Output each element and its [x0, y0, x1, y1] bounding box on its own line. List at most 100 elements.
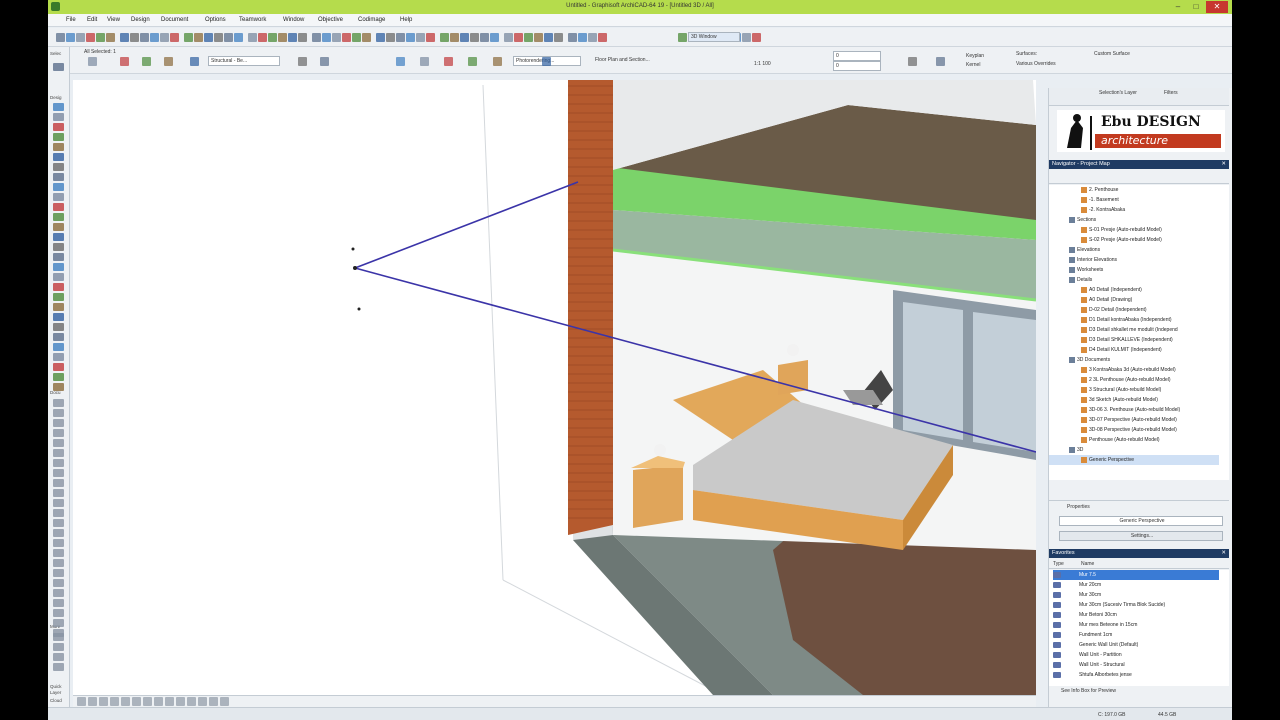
menu-edit[interactable]: Edit — [87, 17, 97, 23]
favorite-item[interactable]: Mur Betoni 30cm — [1053, 610, 1219, 620]
morph-icon[interactable] — [53, 253, 64, 261]
morph-icon[interactable] — [53, 653, 64, 661]
arrow-icon[interactable] — [53, 63, 64, 71]
beam-icon[interactable] — [53, 333, 64, 341]
infobox-option-icon[interactable] — [142, 57, 151, 66]
undo-icon[interactable] — [130, 33, 139, 42]
shell-icon[interactable] — [53, 409, 64, 417]
project-map-item[interactable]: A0 Detail (Drawing) — [1049, 295, 1219, 305]
slab-icon[interactable] — [53, 633, 64, 641]
cut-icon[interactable] — [504, 33, 513, 42]
pointer-icon[interactable] — [352, 33, 361, 42]
camera-icon[interactable] — [53, 283, 64, 291]
menu-document[interactable]: Document — [161, 17, 188, 23]
shell-icon[interactable] — [53, 203, 64, 211]
undo-icon[interactable] — [332, 33, 341, 42]
view-settings-select[interactable]: Floor Plan and Section... — [593, 56, 681, 66]
value-field-2[interactable]: 0 — [833, 61, 881, 71]
project-map-item[interactable]: Elevations — [1049, 245, 1219, 255]
wall-icon[interactable] — [53, 519, 64, 527]
stair-icon[interactable] — [53, 373, 64, 381]
value-field-1[interactable]: 0 — [833, 51, 881, 61]
favorite-item[interactable]: Shtufa Alborbetes jense — [1053, 670, 1219, 680]
column-icon[interactable] — [53, 529, 64, 537]
infobox-option-icon[interactable] — [190, 57, 199, 66]
zoom-icon[interactable] — [426, 33, 435, 42]
pencil-icon[interactable] — [170, 33, 179, 42]
close-button[interactable]: ✕ — [1206, 1, 1228, 13]
curtain-wall-icon[interactable] — [53, 223, 64, 231]
project-map-item[interactable]: D3 Detail SHKALLEVE (Independent) — [1049, 335, 1219, 345]
zone-icon[interactable] — [53, 263, 64, 271]
copy-icon[interactable] — [106, 33, 115, 42]
redo-icon[interactable] — [342, 33, 351, 42]
project-map-item[interactable]: 3D — [1049, 445, 1219, 455]
new-icon[interactable] — [258, 33, 267, 42]
marquee-icon[interactable] — [53, 303, 64, 311]
navigation-icon[interactable] — [99, 697, 108, 706]
infobox-option-icon[interactable] — [468, 57, 477, 66]
navigation-icon[interactable] — [176, 697, 185, 706]
object-icon[interactable] — [53, 569, 64, 577]
wall-icon[interactable] — [53, 113, 64, 121]
project-map-item[interactable]: 3D-08 Perspective (Auto-rebuild Model) — [1049, 425, 1219, 435]
save-icon[interactable] — [752, 33, 761, 42]
navigation-icon[interactable] — [132, 697, 141, 706]
marquee-icon[interactable] — [53, 509, 64, 517]
door-icon[interactable] — [53, 559, 64, 567]
snap-icon[interactable] — [194, 33, 203, 42]
roof-icon[interactable] — [53, 399, 64, 407]
stair-icon[interactable] — [53, 173, 64, 181]
undo-icon[interactable] — [534, 33, 543, 42]
project-map-item[interactable]: 2 3L Penthouse (Auto-rebuild Model) — [1049, 375, 1219, 385]
roof-icon[interactable] — [53, 599, 64, 607]
project-map-item[interactable]: S-02 Presje (Auto-rebuild Model) — [1049, 235, 1219, 245]
menu-help[interactable]: Help — [400, 17, 412, 23]
camera-target-point[interactable] — [351, 247, 355, 251]
zone-icon[interactable] — [53, 663, 64, 671]
column-icon[interactable] — [53, 123, 64, 131]
close-icon[interactable]: ✕ — [1221, 549, 1226, 558]
print-icon[interactable] — [288, 33, 297, 42]
favorite-item[interactable]: Generic Wall Unit (Default) — [1053, 640, 1219, 650]
cut-icon[interactable] — [96, 33, 105, 42]
navigation-icon[interactable] — [220, 697, 229, 706]
project-map-item[interactable]: Details — [1049, 275, 1219, 285]
object-icon[interactable] — [53, 363, 64, 371]
infobox-option-icon[interactable] — [908, 57, 917, 66]
infobox-option-icon[interactable] — [320, 57, 329, 66]
arrow-icon[interactable] — [184, 33, 193, 42]
copy-icon[interactable] — [312, 33, 321, 42]
arrow-icon[interactable] — [53, 499, 64, 507]
favorite-item[interactable]: Mur 7.5 — [1053, 570, 1219, 580]
project-map-item[interactable]: Worksheets — [1049, 265, 1219, 275]
favorite-item[interactable]: Mur mes Beteone in 15cm — [1053, 620, 1219, 630]
skylight-icon[interactable] — [53, 419, 64, 427]
magic-wand-icon[interactable] — [362, 33, 371, 42]
navigation-icon[interactable] — [110, 697, 119, 706]
orbit-icon[interactable] — [450, 33, 459, 42]
slab-icon[interactable] — [53, 233, 64, 241]
grid-icon[interactable] — [204, 33, 213, 42]
project-map-item[interactable]: -2. KontraAbaka — [1049, 205, 1219, 215]
view-name-field[interactable]: Generic Perspective — [1059, 516, 1223, 526]
open-icon[interactable] — [66, 33, 75, 42]
menu-file[interactable]: File — [66, 17, 76, 23]
surfaces-value[interactable]: Various Overrides — [1016, 61, 1056, 67]
object-icon[interactable] — [53, 163, 64, 171]
pointer-icon[interactable] — [554, 33, 563, 42]
redo-icon[interactable] — [140, 33, 149, 42]
infobox-option-icon[interactable] — [542, 57, 551, 66]
arrow-icon[interactable] — [588, 33, 597, 42]
grid-icon[interactable] — [406, 33, 415, 42]
window-icon[interactable] — [53, 343, 64, 351]
infobox-option-icon[interactable] — [120, 57, 129, 66]
cut-icon[interactable] — [298, 33, 307, 42]
arrow-icon[interactable] — [386, 33, 395, 42]
curtain-wall-icon[interactable] — [53, 429, 64, 437]
zoom-icon[interactable] — [224, 33, 233, 42]
project-map-item[interactable]: -1. Basement — [1049, 195, 1219, 205]
navigation-icon[interactable] — [77, 697, 86, 706]
save-icon[interactable] — [76, 33, 85, 42]
shell-icon[interactable] — [53, 609, 64, 617]
